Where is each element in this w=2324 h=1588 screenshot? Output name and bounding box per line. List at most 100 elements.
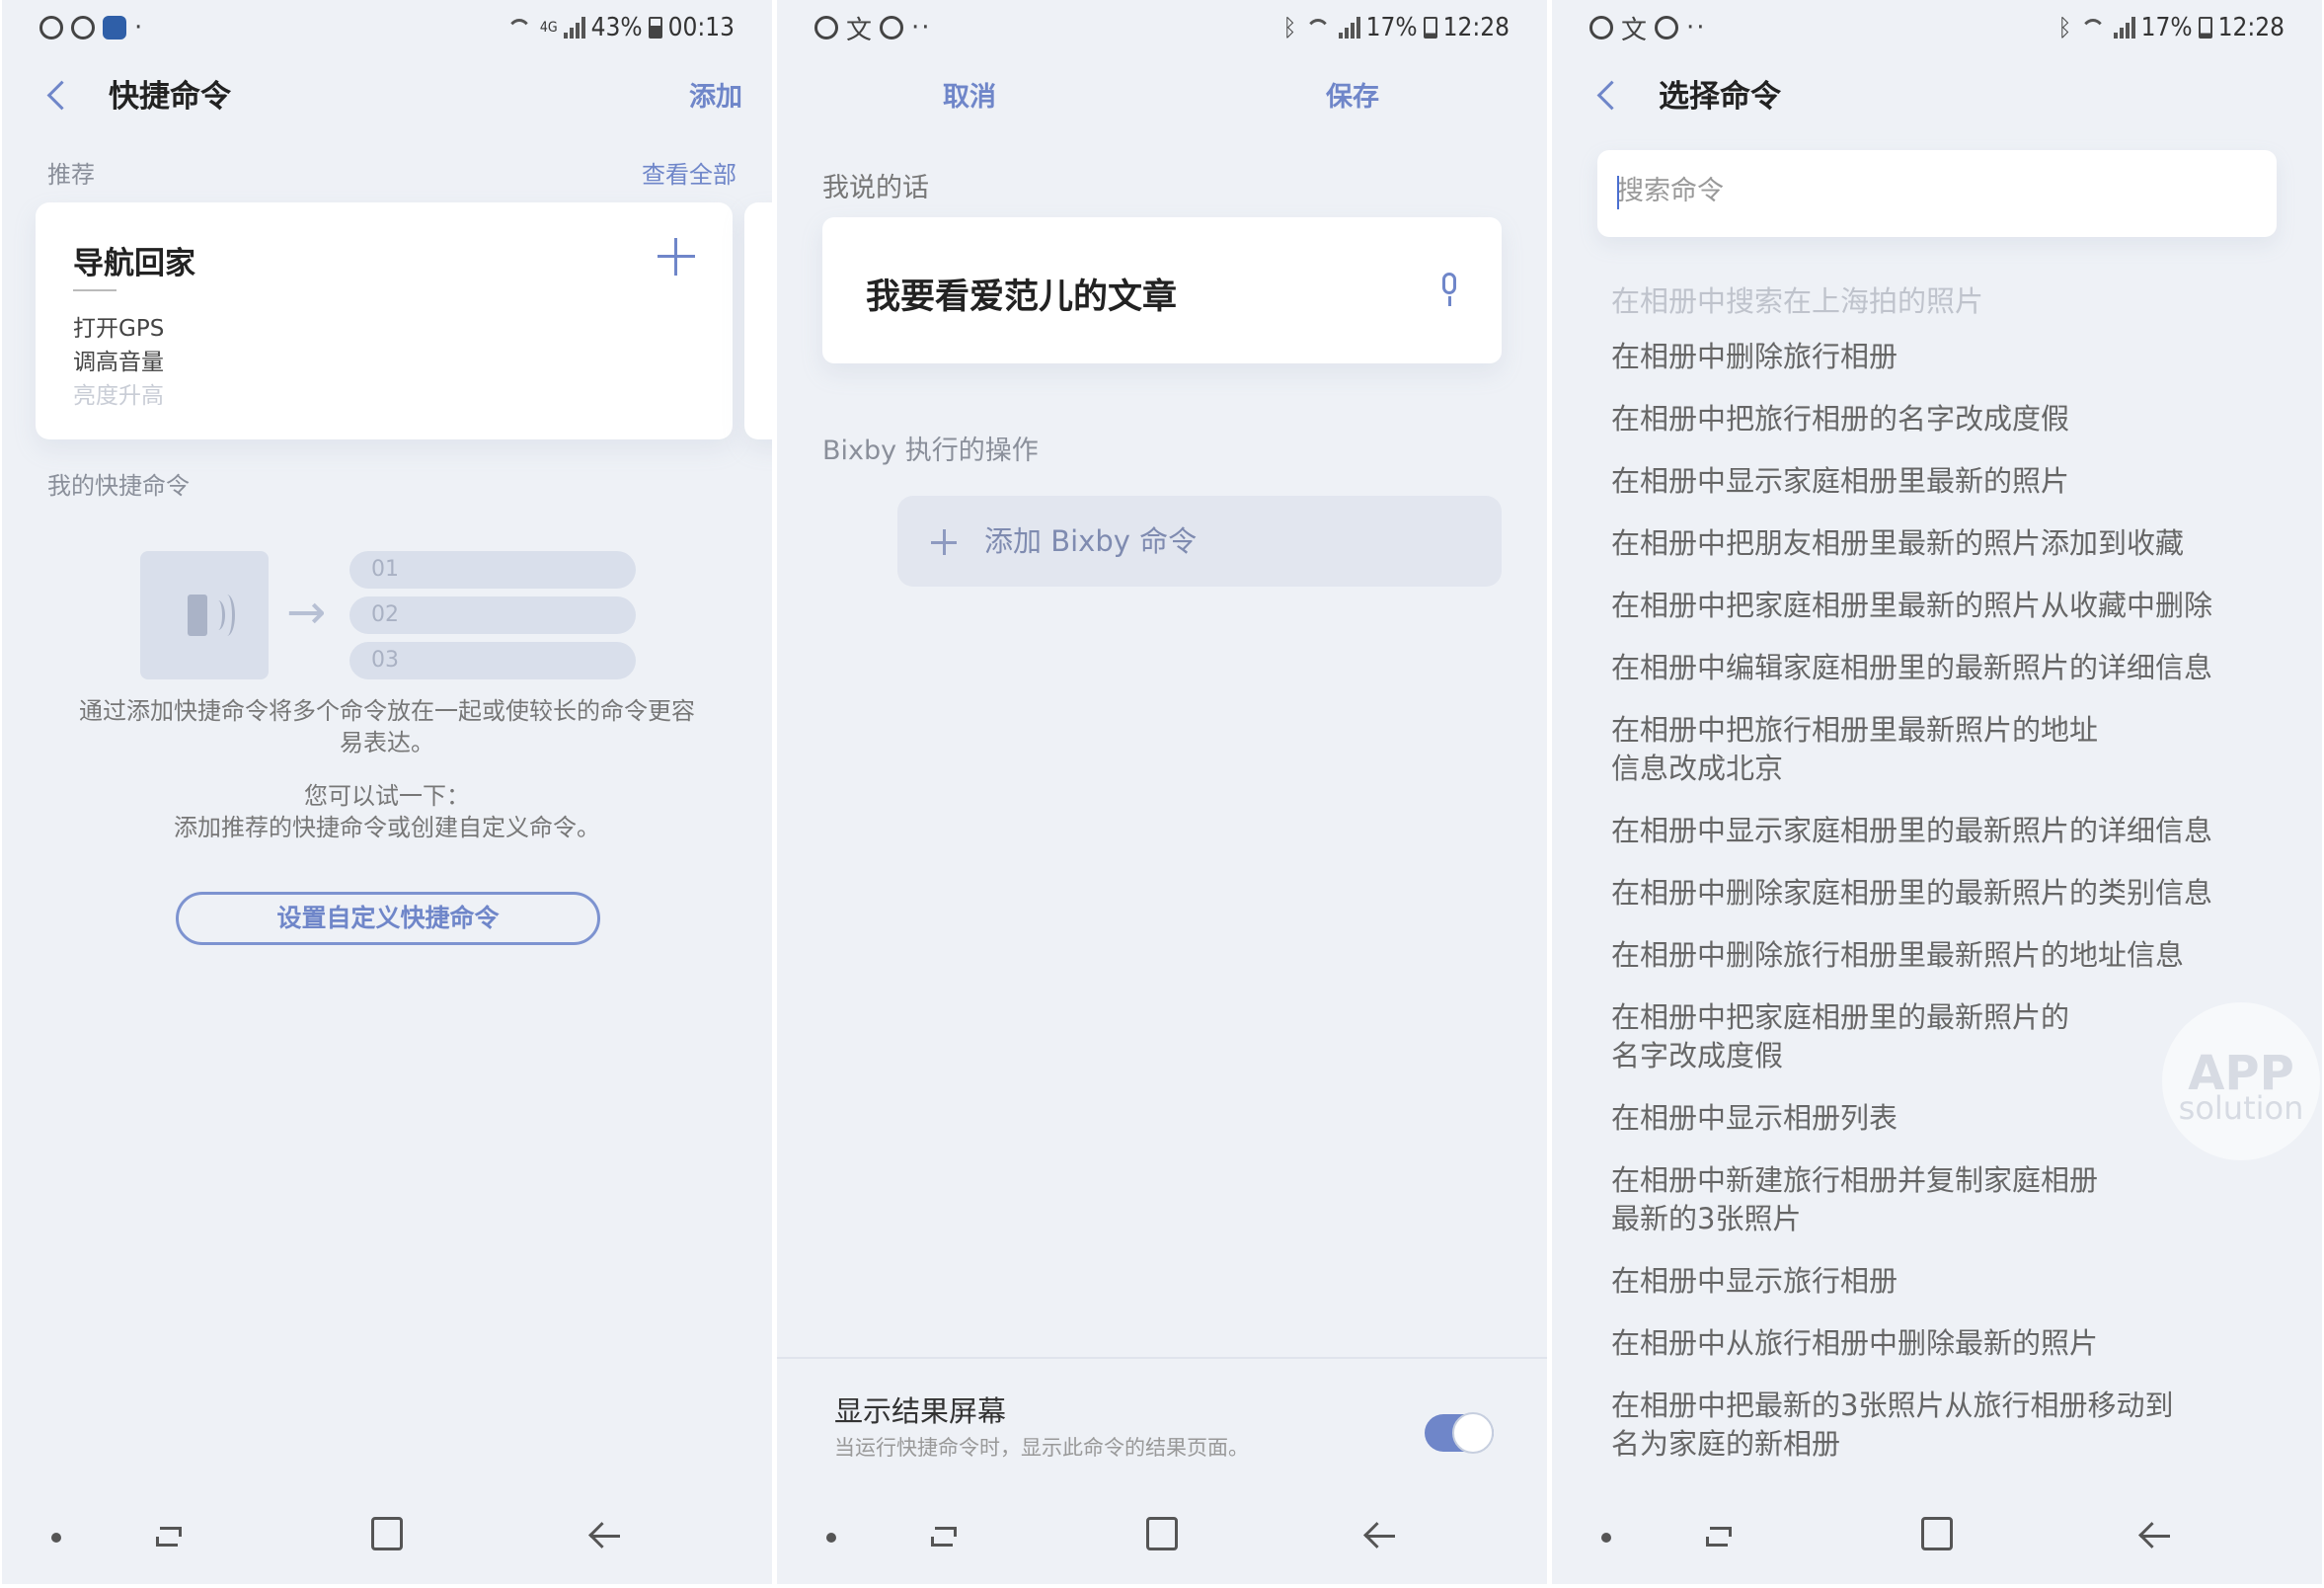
shortcuts-description: 通过添加快捷命令将多个命令放在一起或使较长的命令更容易表达。 [79, 697, 695, 756]
account-icon [39, 16, 63, 40]
home-icon[interactable] [1921, 1517, 1953, 1550]
back-arrow-icon[interactable] [41, 79, 75, 113]
back-icon[interactable] [588, 1521, 622, 1550]
illustration-row: 02 [349, 596, 636, 634]
recommended-card-nav-home[interactable]: 导航回家 打开GPS 调高音量 亮度升高 [36, 202, 733, 439]
microphone-icon[interactable] [1438, 273, 1460, 306]
try-title: 您可以试一下： [304, 782, 470, 810]
card-step: 调高音量 [73, 350, 164, 375]
command-item[interactable]: 在相册中把家庭相册里最新的照片从收藏中删除 [1611, 587, 2283, 625]
bluetooth-icon: ᛒ [2057, 14, 2072, 41]
result-screen-toggle[interactable] [1425, 1412, 1494, 1454]
recommended-label: 推荐 [47, 161, 95, 189]
add-bixby-command-button[interactable]: 添加 Bixby 命令 [897, 496, 1502, 587]
card-step: 打开GPS [73, 316, 165, 342]
signal-icon [563, 17, 585, 39]
command-item[interactable]: 在相册中删除旅行相册里最新照片的地址信息 [1611, 936, 2283, 975]
status-time: 12:28 [1442, 13, 1510, 42]
result-screen-title: 显示结果屏幕 [834, 1394, 1007, 1428]
home-icon[interactable] [371, 1517, 403, 1550]
command-item-line: 在相册中把最新的3张照片从旅行相册移动到 [1611, 1389, 2174, 1422]
search-input[interactable] [1617, 176, 2209, 206]
back-icon[interactable] [1363, 1521, 1397, 1550]
recents-icon[interactable] [1706, 1523, 1736, 1550]
wifi-icon [504, 17, 534, 39]
save-button[interactable]: 保存 [1326, 75, 1379, 114]
command-item-line: 最新的3张照片 [1611, 1202, 1802, 1235]
nav-dot-icon[interactable] [826, 1533, 836, 1543]
command-item-faded[interactable]: 在相册中搜索在上海拍的照片 [1611, 278, 1983, 320]
more-notifications-icon: ·· [1686, 13, 1707, 42]
cancel-button[interactable]: 取消 [943, 75, 996, 114]
status-bar: 文 ·· ᛒ 17% 12:28 [777, 0, 1547, 55]
voice-illustration-icon [140, 551, 269, 679]
translate-icon: 文 [846, 15, 873, 45]
app-solution-watermark: APP solution [2162, 1002, 2320, 1160]
next-recommended-card[interactable] [744, 202, 772, 439]
app-header: 选择命令 [1552, 59, 2322, 128]
command-item[interactable]: 在相册中新建旅行相册并复制家庭相册 最新的3张照片 [1611, 1161, 2283, 1238]
command-item[interactable]: 在相册中编辑家庭相册里的最新照片的详细信息 [1611, 649, 2283, 687]
account-icon [1589, 16, 1613, 40]
add-plus-icon[interactable] [658, 238, 695, 276]
nav-dot-icon[interactable] [1601, 1533, 1611, 1543]
account-icon [814, 16, 838, 40]
illustration-row: 01 [349, 551, 636, 589]
try-text: 添加推荐的快捷命令或创建自定义命令。 [174, 814, 600, 841]
page-title: 选择命令 [1659, 79, 1781, 115]
command-item[interactable]: 在相册中把旅行相册的名字改成度假 [1611, 400, 2283, 438]
my-shortcuts-label: 我的快捷命令 [47, 472, 190, 500]
nav-dot-icon[interactable] [51, 1533, 61, 1543]
command-item-line: 在相册中把旅行相册里最新照片的地址 [1611, 713, 2099, 747]
translate-icon: 文 [1621, 15, 1648, 45]
arrow-right-icon: → [286, 585, 327, 640]
status-bar: · 4G 43% 00:13 [2, 0, 772, 55]
battery-icon [1423, 17, 1437, 39]
create-custom-shortcut-button[interactable]: 设置自定义快捷命令 [176, 892, 600, 945]
my-words-text: 我要看爱范儿的文章 [866, 278, 1178, 317]
bluetooth-icon: ᛒ [1282, 14, 1297, 41]
recents-icon[interactable] [156, 1523, 186, 1550]
app-header: 快捷命令 添加 [2, 59, 772, 128]
battery-icon [648, 17, 662, 39]
battery-icon [2198, 17, 2212, 39]
back-arrow-icon[interactable] [1591, 79, 1625, 113]
bixby-icon [71, 16, 95, 40]
command-item[interactable]: 在相册中把最新的3张照片从旅行相册移动到 名为家庭的新相册 [1611, 1387, 2283, 1464]
command-item[interactable]: 在相册中从旅行相册中删除最新的照片 [1611, 1324, 2283, 1363]
bixby-icon [1655, 16, 1679, 40]
card-title: 导航回家 [73, 246, 195, 281]
my-words-label: 我说的话 [822, 173, 929, 203]
text-cursor [1617, 176, 1619, 209]
search-box[interactable] [1597, 150, 2277, 237]
command-item[interactable]: 在相册中显示家庭相册里的最新照片的详细信息 [1611, 812, 2283, 850]
command-item[interactable]: 在相册中显示旅行相册 [1611, 1262, 2283, 1301]
bixby-actions-label: Bixby 执行的操作 [822, 436, 1039, 466]
signal-icon [1338, 17, 1360, 39]
plus-icon [931, 529, 957, 555]
command-item[interactable]: 在相册中把朋友相册里最新的照片添加到收藏 [1611, 524, 2283, 563]
page-title: 快捷命令 [109, 79, 231, 115]
home-icon[interactable] [1146, 1517, 1178, 1550]
bixby-icon [880, 16, 904, 40]
more-notifications-icon: ·· [911, 13, 932, 42]
back-icon[interactable] [2138, 1521, 2172, 1550]
command-item[interactable]: 在相册中把旅行相册里最新照片的地址 信息改成北京 [1611, 711, 2283, 788]
command-item[interactable]: 在相册中显示家庭相册里最新的照片 [1611, 462, 2283, 501]
my-words-field[interactable]: 我要看爱范儿的文章 [822, 217, 1502, 363]
edit-shortcut-screen: 文 ·· ᛒ 17% 12:28 取消 保存 我说的话 我要看爱范儿的文章 Bi… [777, 0, 1547, 1584]
command-item[interactable]: 在相册中删除旅行相册 [1611, 338, 2283, 376]
battery-percent: 17% [2140, 13, 2193, 42]
divider [777, 1357, 1547, 1359]
wifi-icon [1303, 17, 1333, 39]
see-all-link[interactable]: 查看全部 [642, 155, 736, 190]
command-item[interactable]: 在相册中删除家庭相册里的最新照片的类别信息 [1611, 874, 2283, 913]
battery-percent: 17% [1365, 13, 1418, 42]
add-button[interactable]: 添加 [689, 75, 742, 114]
recents-icon[interactable] [931, 1523, 961, 1550]
status-time: 00:13 [667, 13, 735, 42]
system-nav-bar [1552, 1493, 2322, 1584]
command-item-line: 在相册中新建旅行相册并复制家庭相册 [1611, 1163, 2099, 1197]
add-bixby-command-label: 添加 Bixby 命令 [984, 524, 1198, 558]
command-item-line: 信息改成北京 [1611, 752, 1784, 785]
